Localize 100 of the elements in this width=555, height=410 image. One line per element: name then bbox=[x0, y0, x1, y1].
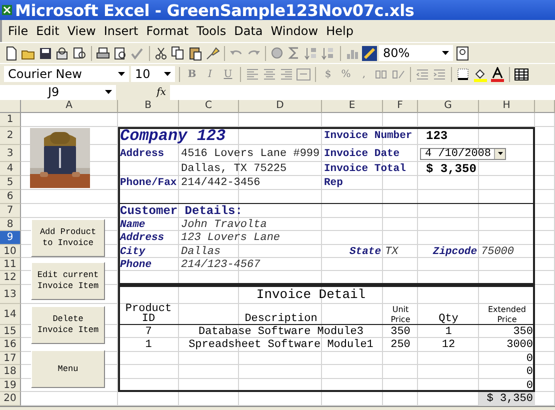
merge-cells-icon[interactable] bbox=[296, 66, 311, 82]
row-header[interactable]: 15 bbox=[0, 325, 21, 338]
column-header[interactable]: A bbox=[21, 100, 118, 113]
decrease-indent-icon[interactable] bbox=[415, 66, 430, 82]
cut-icon[interactable] bbox=[154, 46, 169, 60]
align-left-icon[interactable] bbox=[245, 66, 260, 82]
field-label: Address bbox=[119, 146, 166, 162]
field-value: 4516 Lovers Lane #999 bbox=[180, 146, 321, 162]
menu-item[interactable]: Data bbox=[234, 24, 263, 38]
field-label: Invoice Number bbox=[323, 129, 414, 144]
caret-icon bbox=[498, 152, 502, 155]
row-header[interactable]: 9 bbox=[0, 231, 21, 245]
row-header[interactable]: 17 bbox=[0, 352, 21, 365]
macro-button[interactable]: Edit current Invoice Item bbox=[31, 262, 105, 300]
row-header[interactable]: 12 bbox=[0, 271, 21, 285]
paste-icon[interactable] bbox=[188, 46, 203, 60]
column-header[interactable]: F bbox=[383, 100, 418, 113]
copy-icon[interactable] bbox=[171, 46, 186, 60]
select-all-button[interactable] bbox=[0, 100, 21, 113]
table-cell-text: 12 bbox=[440, 338, 456, 352]
increase-indent-icon[interactable] bbox=[432, 66, 447, 82]
macro-button[interactable]: Add Product to Invoice bbox=[31, 219, 105, 257]
align-center-icon[interactable] bbox=[262, 66, 277, 82]
help-icon[interactable] bbox=[455, 46, 470, 60]
row-header[interactable]: 19 bbox=[0, 379, 21, 392]
date-dropdown[interactable]: 4 /10/2008 bbox=[420, 148, 506, 160]
field-value: Dallas bbox=[180, 245, 222, 258]
row-header[interactable]: 5 bbox=[0, 176, 21, 190]
font-dropdown[interactable]: Courier New bbox=[4, 66, 129, 82]
row-header[interactable]: 11 bbox=[0, 258, 21, 271]
menu-item[interactable]: Window bbox=[270, 24, 318, 38]
row-header[interactable]: 16 bbox=[0, 338, 21, 352]
field-label: Name bbox=[119, 218, 146, 231]
window-title: Microsoft Excel - GreenSample123Nov07c.xls bbox=[15, 0, 414, 20]
column-header[interactable]: D bbox=[239, 100, 322, 113]
align-right-icon[interactable] bbox=[279, 66, 294, 82]
menu-item[interactable]: Edit bbox=[36, 24, 60, 38]
menu-item[interactable]: Tools bbox=[196, 24, 226, 38]
row-header[interactable]: 3 bbox=[0, 145, 21, 162]
company-name: Company 123 bbox=[119, 127, 227, 145]
table-title: Invoice Detail bbox=[255, 286, 367, 304]
font-size-dropdown[interactable]: 10 bbox=[131, 66, 175, 82]
insert-function-button[interactable]: fx bbox=[116, 86, 170, 98]
field-label: Rep bbox=[323, 176, 344, 190]
column-header: Product ID bbox=[124, 304, 173, 325]
column-header[interactable] bbox=[535, 100, 555, 113]
row-header[interactable]: 4 bbox=[0, 162, 21, 176]
row-header[interactable]: 13 bbox=[0, 285, 21, 304]
sheet-tab-bar[interactable] bbox=[0, 406, 555, 410]
macro-button[interactable]: Delete Invoice Item bbox=[31, 306, 105, 344]
row-header[interactable]: 8 bbox=[0, 218, 21, 231]
fill-color-icon[interactable] bbox=[473, 66, 488, 82]
borders-icon[interactable] bbox=[456, 66, 471, 82]
field-value: John Travolta bbox=[180, 218, 268, 231]
spelling-check-icon[interactable] bbox=[130, 46, 145, 60]
macro-button[interactable]: Menu bbox=[31, 350, 105, 388]
row-header[interactable]: 10 bbox=[0, 245, 21, 258]
row-header[interactable]: 14 bbox=[0, 304, 21, 325]
table-cell-text: 3000 bbox=[506, 338, 534, 352]
print-icon[interactable] bbox=[96, 46, 111, 60]
name-box[interactable]: J9 bbox=[0, 84, 116, 100]
menu-item[interactable]: File bbox=[8, 24, 28, 38]
drawing-icon[interactable] bbox=[362, 46, 377, 60]
row-header[interactable]: 18 bbox=[0, 365, 21, 379]
field-value: 214/442-3456 bbox=[180, 176, 262, 190]
row-header[interactable]: 2 bbox=[0, 127, 21, 145]
column-header[interactable]: B bbox=[118, 100, 179, 113]
column-header[interactable]: G bbox=[418, 100, 479, 113]
menu-item[interactable]: Help bbox=[326, 24, 354, 38]
field-value: 75000 bbox=[480, 245, 516, 258]
sort-descending-icon[interactable] bbox=[321, 46, 336, 60]
field-value: Dallas, TX 75225 bbox=[180, 162, 288, 176]
menu-item[interactable]: Format bbox=[146, 24, 189, 38]
save-icon[interactable] bbox=[38, 46, 53, 60]
field-label: Address bbox=[119, 231, 166, 245]
field-value: $ 3,350 bbox=[425, 162, 478, 176]
table-cell-text: 1 bbox=[144, 338, 153, 352]
print-preview-icon[interactable] bbox=[113, 46, 128, 60]
row-header[interactable]: 1 bbox=[0, 113, 21, 127]
row-header[interactable]: 20 bbox=[0, 392, 21, 406]
field-label: Invoice Total bbox=[323, 162, 407, 176]
font-color-icon[interactable] bbox=[490, 66, 505, 82]
search-icon[interactable] bbox=[72, 46, 87, 60]
row-header[interactable]: 6 bbox=[0, 190, 21, 204]
new-document-icon[interactable] bbox=[4, 46, 19, 60]
field-label: State bbox=[348, 245, 382, 258]
row-header[interactable]: 7 bbox=[0, 204, 21, 218]
column-header[interactable]: H bbox=[479, 100, 535, 113]
formula-field[interactable] bbox=[170, 84, 555, 100]
menu-item[interactable]: Insert bbox=[104, 24, 138, 38]
column-header[interactable]: E bbox=[322, 100, 383, 113]
sort-ascending-icon[interactable] bbox=[304, 46, 319, 60]
table-cell-text: Database Software Module3 bbox=[197, 325, 365, 338]
total-cell: $ 3,350 bbox=[479, 392, 535, 406]
zoom-dropdown[interactable]: 80% bbox=[379, 45, 453, 61]
table-cell-text: 350 bbox=[390, 325, 412, 338]
menu-item[interactable]: View bbox=[67, 24, 96, 38]
grid-icon[interactable] bbox=[514, 66, 529, 82]
column-header[interactable]: C bbox=[179, 100, 239, 113]
brush-icon[interactable] bbox=[205, 46, 220, 60]
